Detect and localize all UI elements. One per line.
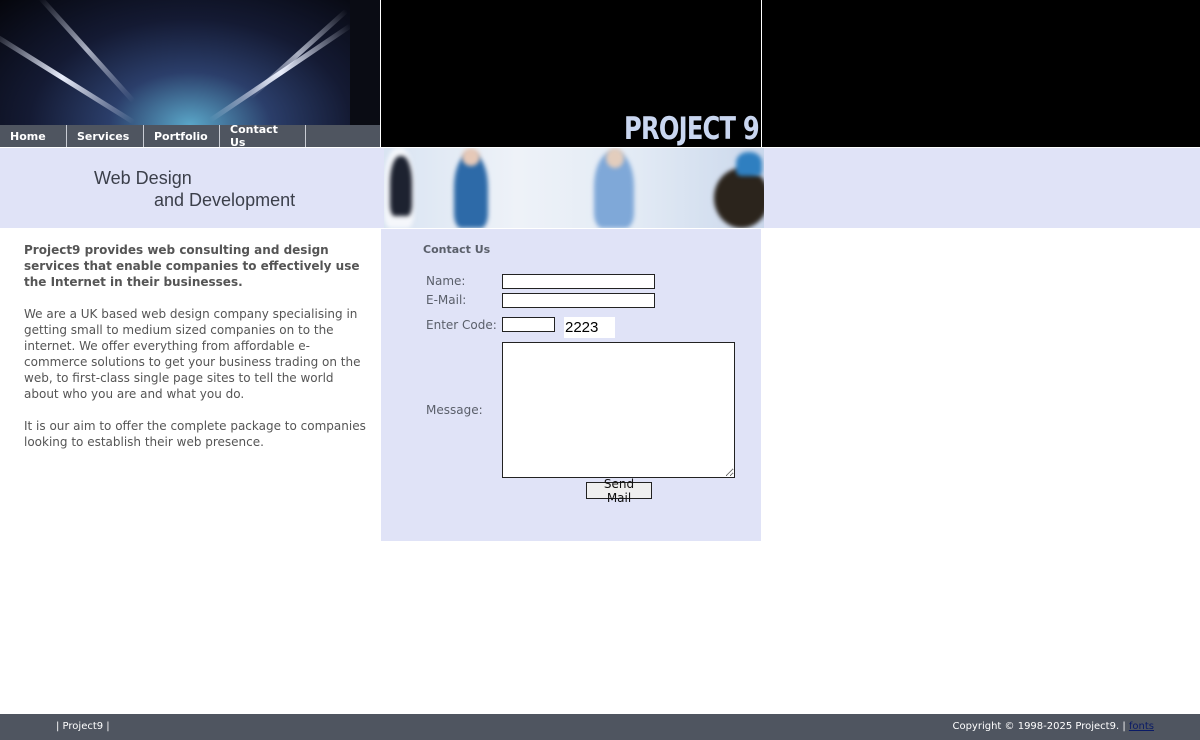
footer-copyright-block: Copyright © 1998-2025 Project9. | fonts [952,721,1154,732]
send-mail-button[interactable]: Send Mail [586,477,652,505]
header-filler [762,0,1200,147]
fonts-link[interactable]: fonts [1129,721,1154,732]
contact-title: Contact Us [423,243,491,256]
site-logo[interactable]: PROJECT 9 [624,111,760,147]
intro-paragraph-2: It is our aim to offer the complete pack… [24,419,366,449]
nav-home[interactable]: Home [0,125,67,147]
message-field[interactable] [502,342,735,478]
intro-lead: Project9 provides web consulting and des… [24,243,360,289]
name-field[interactable] [502,274,655,289]
header-tunnel-image [0,0,380,125]
captcha-code: 2223 [564,317,615,338]
email-label: E-Mail: [426,293,467,307]
people-photo [384,148,764,228]
code-label: Enter Code: [426,318,497,332]
tagline-line-1: Web Design [94,168,192,188]
header-logo-panel: PROJECT 9 [381,0,761,147]
name-label: Name: [426,274,466,288]
tagline-line-2: and Development [154,190,296,210]
intro-paragraph-1: We are a UK based web design company spe… [24,307,361,401]
message-label: Message: [426,403,483,417]
copyright-text: Copyright © 1998-2025 Project9. | [952,721,1126,732]
code-field[interactable] [502,317,555,332]
intro-text: Project9 provides web consulting and des… [24,242,370,466]
footer-site-name: | Project9 | [56,721,110,732]
nav-services[interactable]: Services [67,125,144,147]
main-nav: Home Services Portfolio Contact Us [0,123,380,149]
nav-portfolio[interactable]: Portfolio [144,125,220,147]
nav-contact-us[interactable]: Contact Us [220,123,306,149]
email-field[interactable] [502,293,655,308]
